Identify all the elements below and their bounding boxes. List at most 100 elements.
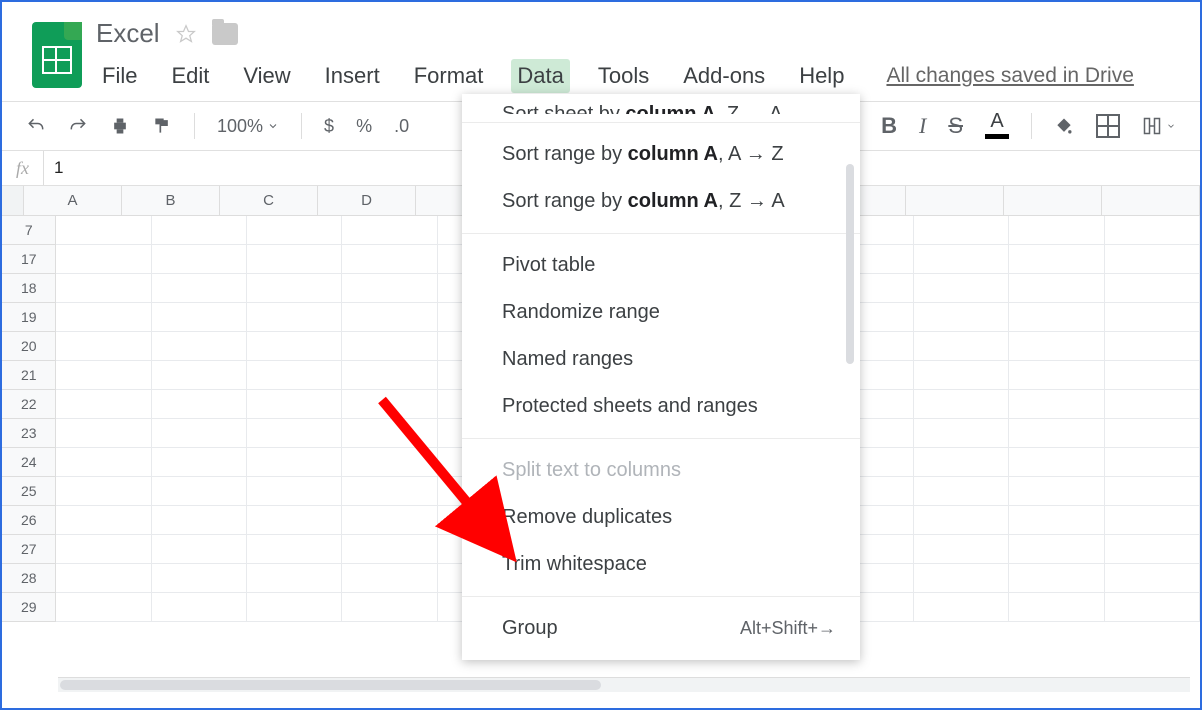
cell[interactable] [1105,535,1200,564]
cell[interactable] [152,477,247,506]
cell[interactable] [1009,448,1104,477]
cell[interactable] [914,564,1009,593]
cell[interactable] [342,593,437,622]
cell[interactable] [1105,245,1200,274]
cell[interactable] [914,390,1009,419]
cell[interactable] [152,332,247,361]
cell[interactable] [56,419,151,448]
cell[interactable] [342,303,437,332]
row-header[interactable]: 29 [2,593,56,622]
merge-cells-button[interactable] [1136,112,1182,140]
row-header[interactable]: 25 [2,477,56,506]
cell[interactable] [1009,419,1104,448]
cell[interactable] [914,303,1009,332]
cell[interactable] [1105,419,1200,448]
cell[interactable] [1009,361,1104,390]
row-header[interactable]: 23 [2,419,56,448]
bold-button[interactable]: B [875,109,903,143]
row-header[interactable]: 27 [2,535,56,564]
cell[interactable] [342,216,437,245]
folder-icon[interactable] [212,23,238,45]
cell[interactable] [914,245,1009,274]
cell[interactable] [1105,361,1200,390]
column-header[interactable] [1102,186,1200,216]
cell[interactable] [152,303,247,332]
cell[interactable] [342,564,437,593]
cell[interactable] [342,419,437,448]
drive-status[interactable]: All changes saved in Drive [886,64,1133,88]
cell[interactable] [152,274,247,303]
menu-format[interactable]: Format [408,59,490,93]
zoom-select[interactable]: 100% [211,112,285,141]
print-button[interactable] [104,112,136,140]
horizontal-scrollbar[interactable] [58,677,1190,692]
menu-item-sort-sheet-za[interactable]: Sort sheet by column A, Z → A [462,94,860,114]
cell[interactable] [247,216,342,245]
cell[interactable] [1105,564,1200,593]
cell[interactable] [1009,477,1104,506]
cell[interactable] [342,361,437,390]
cell[interactable] [1105,477,1200,506]
row-header[interactable]: 20 [2,332,56,361]
row-header[interactable]: 19 [2,303,56,332]
menu-addons[interactable]: Add-ons [677,59,771,93]
column-header[interactable]: D [318,186,416,216]
cell[interactable] [1105,332,1200,361]
cell[interactable] [56,332,151,361]
cell[interactable] [914,448,1009,477]
cell[interactable] [914,274,1009,303]
cell[interactable] [342,274,437,303]
cell[interactable] [1009,245,1104,274]
document-title[interactable]: Excel [96,18,160,49]
cell[interactable] [247,448,342,477]
cell[interactable] [152,535,247,564]
column-header[interactable]: C [220,186,318,216]
menu-item-protected-sheets-and-ranges[interactable]: Protected sheets and ranges [462,383,860,430]
cell[interactable] [247,593,342,622]
menu-item-group[interactable]: GroupAlt+Shift+→ [462,605,860,652]
cell[interactable] [56,390,151,419]
menu-help[interactable]: Help [793,59,850,93]
cell[interactable] [56,564,151,593]
row-header[interactable]: 24 [2,448,56,477]
cell[interactable] [914,593,1009,622]
menu-view[interactable]: View [237,59,296,93]
cell[interactable] [342,535,437,564]
cell[interactable] [152,390,247,419]
cell[interactable] [914,361,1009,390]
cell[interactable] [247,245,342,274]
column-header[interactable] [906,186,1004,216]
cell[interactable] [914,477,1009,506]
cell[interactable] [56,274,151,303]
row-header[interactable]: 22 [2,390,56,419]
cell[interactable] [1009,593,1104,622]
decrease-decimal-button[interactable]: .0 [388,112,415,141]
cell[interactable] [914,216,1009,245]
cell[interactable] [1009,506,1104,535]
cell[interactable] [152,245,247,274]
menu-item-remove-duplicates[interactable]: Remove duplicates [462,494,860,541]
cell[interactable] [247,274,342,303]
menu-edit[interactable]: Edit [165,59,215,93]
cell[interactable] [342,506,437,535]
cell[interactable] [56,477,151,506]
cell[interactable] [56,506,151,535]
menu-item-named-ranges[interactable]: Named ranges [462,336,860,383]
cell[interactable] [247,303,342,332]
cell[interactable] [152,593,247,622]
cell[interactable] [56,303,151,332]
cell[interactable] [56,361,151,390]
cell[interactable] [1105,506,1200,535]
redo-button[interactable] [62,112,94,140]
menu-item-sort-range-by-column-a-a-z[interactable]: Sort range by column A, A → Z [462,131,860,178]
cell[interactable] [1105,448,1200,477]
cell[interactable] [247,332,342,361]
formula-value[interactable]: 1 [44,158,73,178]
text-color-button[interactable]: A [979,110,1015,143]
cell[interactable] [56,216,151,245]
menu-tools[interactable]: Tools [592,59,655,93]
cell[interactable] [342,245,437,274]
cell[interactable] [1009,216,1104,245]
row-header[interactable]: 28 [2,564,56,593]
menu-file[interactable]: File [96,59,143,93]
